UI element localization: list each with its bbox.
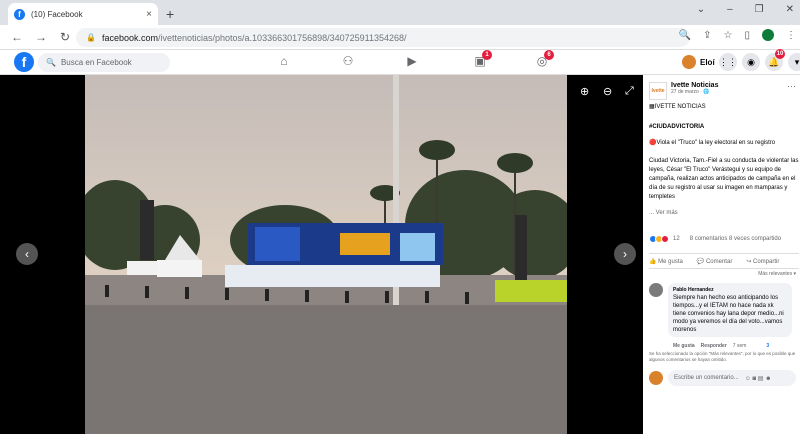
share-button[interactable]: ↪ Compartir — [746, 258, 779, 265]
photo-viewer: ‹ › ⊕ ⊖ ⤢ — [0, 75, 643, 434]
search-icon: 🔍 — [46, 58, 56, 67]
search-input[interactable]: 🔍 Busca en Facebook — [38, 53, 170, 72]
tab-search-icon[interactable]: ⌄ — [697, 4, 705, 15]
messenger-icon[interactable]: ◉ — [742, 53, 760, 71]
gaming-icon[interactable]: ◎ 6 — [532, 50, 554, 70]
close-window-icon[interactable]: ✕ — [786, 4, 794, 15]
comment-icon: 💬 — [696, 258, 706, 265]
bookmark-star-icon[interactable]: ☆ — [724, 30, 733, 41]
profile-avatar[interactable] — [762, 29, 774, 41]
share-icon[interactable]: ⇪ — [703, 30, 711, 41]
reload-icon[interactable]: ↻ — [58, 30, 72, 44]
window-controls: ⌄ – ❐ ✕ — [697, 4, 800, 15]
watch-icon[interactable]: ▶ — [402, 54, 422, 70]
thumbs-up-icon: 👍 — [649, 258, 659, 265]
comment-time[interactable]: 7 sem — [733, 343, 747, 349]
comment-actions: Me gusta Responder 7 sem 3 — [673, 343, 769, 349]
facebook-header: f 🔍 Busca en Facebook ⌂ ⚇ ▶ ▣ 1 ◎ 6 Eloí… — [0, 49, 800, 75]
post-date-text: 27 de marzo · — [671, 89, 704, 95]
address-bar: ← → ↻ 🔒 facebook.com /ivettenoticias/pho… — [0, 25, 800, 50]
comment-like-button[interactable]: Me gusta — [673, 343, 695, 349]
groups-icon[interactable]: ▣ 1 — [470, 50, 492, 70]
post-date: 27 de marzo · 🌐 — [671, 89, 718, 95]
url-field[interactable]: 🔒 facebook.com /ivettenoticias/photos/a.… — [76, 28, 690, 47]
tab-close-icon[interactable]: × — [146, 9, 152, 20]
browser-tools: 🔍 ⇪ ☆ ▯ ⋮ — [679, 29, 796, 41]
post-photo — [85, 75, 567, 434]
reaction-count: 12 — [673, 236, 680, 242]
next-photo-button[interactable]: › — [614, 243, 636, 265]
write-comment-row: Escribe un comentario... ☺ ◙ ▤ ☻ — [649, 370, 796, 386]
angry-reaction-icon — [661, 235, 669, 243]
facebook-favicon-icon: f — [14, 8, 25, 20]
comments-shares-count[interactable]: 8 comentarios 8 veces compartido — [690, 236, 781, 242]
comment-reaction-count[interactable]: 3 — [766, 343, 769, 349]
notifications-icon[interactable]: 🔔 10 — [765, 49, 785, 71]
tab-title: (10) Facebook — [31, 9, 83, 19]
post-sidebar: Ivette Ivette Noticias 27 de marzo · 🌐 ·… — [643, 75, 800, 434]
url-path: /ivettenoticias/photos/a.103366301756898… — [158, 32, 407, 43]
globe-icon: 🌐 — [703, 89, 710, 95]
fullscreen-icon[interactable]: ⤢ — [625, 85, 634, 98]
menu-dots-icon[interactable]: ⋮ — [786, 30, 796, 41]
friends-icon[interactable]: ⚇ — [338, 54, 358, 70]
user-name: Eloí — [700, 57, 715, 67]
browser-tab[interactable]: f (10) Facebook × — [8, 3, 158, 25]
page-name[interactable]: Ivette Noticias — [671, 82, 718, 89]
forward-icon[interactable]: → — [34, 30, 48, 44]
post-header: Ivette Ivette Noticias 27 de marzo · 🌐 — [649, 82, 718, 100]
post-hashtag[interactable]: #CIUDADVICTORIA — [649, 123, 799, 132]
emoji-icons[interactable]: ☺ ◙ ▤ ☻ — [745, 375, 772, 382]
see-more-link[interactable]: ... Ver más — [649, 209, 799, 218]
share-label: Compartir — [753, 258, 780, 265]
like-label: Me gusta — [658, 258, 683, 265]
post-headline: 🔴Viola el "Truco" la ley electoral en su… — [649, 140, 776, 146]
user-avatar-small — [649, 371, 663, 385]
previous-photo-button[interactable]: ‹ — [16, 243, 38, 265]
gaming-badge: 6 — [544, 50, 554, 60]
zoom-in-icon[interactable]: ⊕ — [580, 85, 589, 98]
comment: Pablo Hernandez Siempre han hecho eso an… — [649, 283, 792, 337]
home-icon[interactable]: ⌂ — [274, 54, 294, 70]
comment-reply-button[interactable]: Responder — [701, 343, 727, 349]
account-chevron-icon[interactable]: ▾ — [788, 53, 800, 71]
comment-input[interactable]: Escribe un comentario... ☺ ◙ ▤ ☻ — [668, 370, 796, 386]
like-button[interactable]: 👍 Me gusta — [649, 258, 683, 265]
menu-grid-icon[interactable]: ⋮⋮ — [719, 53, 737, 71]
comment-button[interactable]: 💬 Comentar — [697, 258, 732, 265]
post-body: Ciudad Victoria, Tam.-Fiel a su conducta… — [649, 158, 799, 200]
user-profile-button[interactable]: Eloí — [682, 55, 715, 69]
post-options-icon[interactable]: ··· — [787, 81, 796, 91]
browser-tab-bar: f (10) Facebook × + ⌄ – ❐ ✕ — [0, 0, 800, 25]
event-stage-photo — [85, 75, 567, 434]
new-tab-button[interactable]: + — [166, 6, 174, 22]
post-line-1: ▦IVETTE NOTICIAS — [649, 104, 706, 110]
filter-note: Se ha seleccionado la opción "Más releva… — [649, 351, 796, 362]
search-placeholder: Busca en Facebook — [60, 58, 132, 67]
minimize-icon[interactable]: – — [727, 4, 733, 15]
share-arrow-icon: ↪ — [746, 258, 754, 265]
reaction-summary[interactable]: 12 8 comentarios 8 veces compartido — [649, 235, 799, 243]
back-icon[interactable]: ← — [10, 30, 24, 44]
post-actions: 👍 Me gusta 💬 Comentar ↪ Compartir — [649, 253, 799, 269]
zoom-icon[interactable]: 🔍 — [679, 30, 691, 41]
sidepanel-icon[interactable]: ▯ — [744, 30, 750, 41]
comment-sort-dropdown[interactable]: Más relevantes ▾ — [758, 271, 796, 277]
zoom-out-icon[interactable]: ⊖ — [603, 85, 612, 98]
groups-badge: 1 — [482, 50, 492, 60]
comment-label: Comentar — [705, 258, 733, 265]
comment-input-placeholder: Escribe un comentario... — [674, 375, 739, 381]
page-logo[interactable]: Ivette — [649, 82, 667, 100]
facebook-logo[interactable]: f — [14, 52, 34, 72]
comment-text: Siempre han hecho eso anticipando los ti… — [673, 295, 784, 333]
notifications-badge: 10 — [775, 49, 785, 59]
comment-bubble: Pablo Hernandez Siempre han hecho eso an… — [668, 283, 792, 337]
lock-icon[interactable]: 🔒 — [86, 33, 96, 42]
url-host: facebook.com — [101, 32, 158, 43]
commenter-avatar[interactable] — [649, 283, 663, 297]
user-avatar — [682, 55, 696, 69]
maximize-icon[interactable]: ❐ — [755, 4, 764, 15]
commenter-name[interactable]: Pablo Hernandez — [673, 286, 787, 294]
